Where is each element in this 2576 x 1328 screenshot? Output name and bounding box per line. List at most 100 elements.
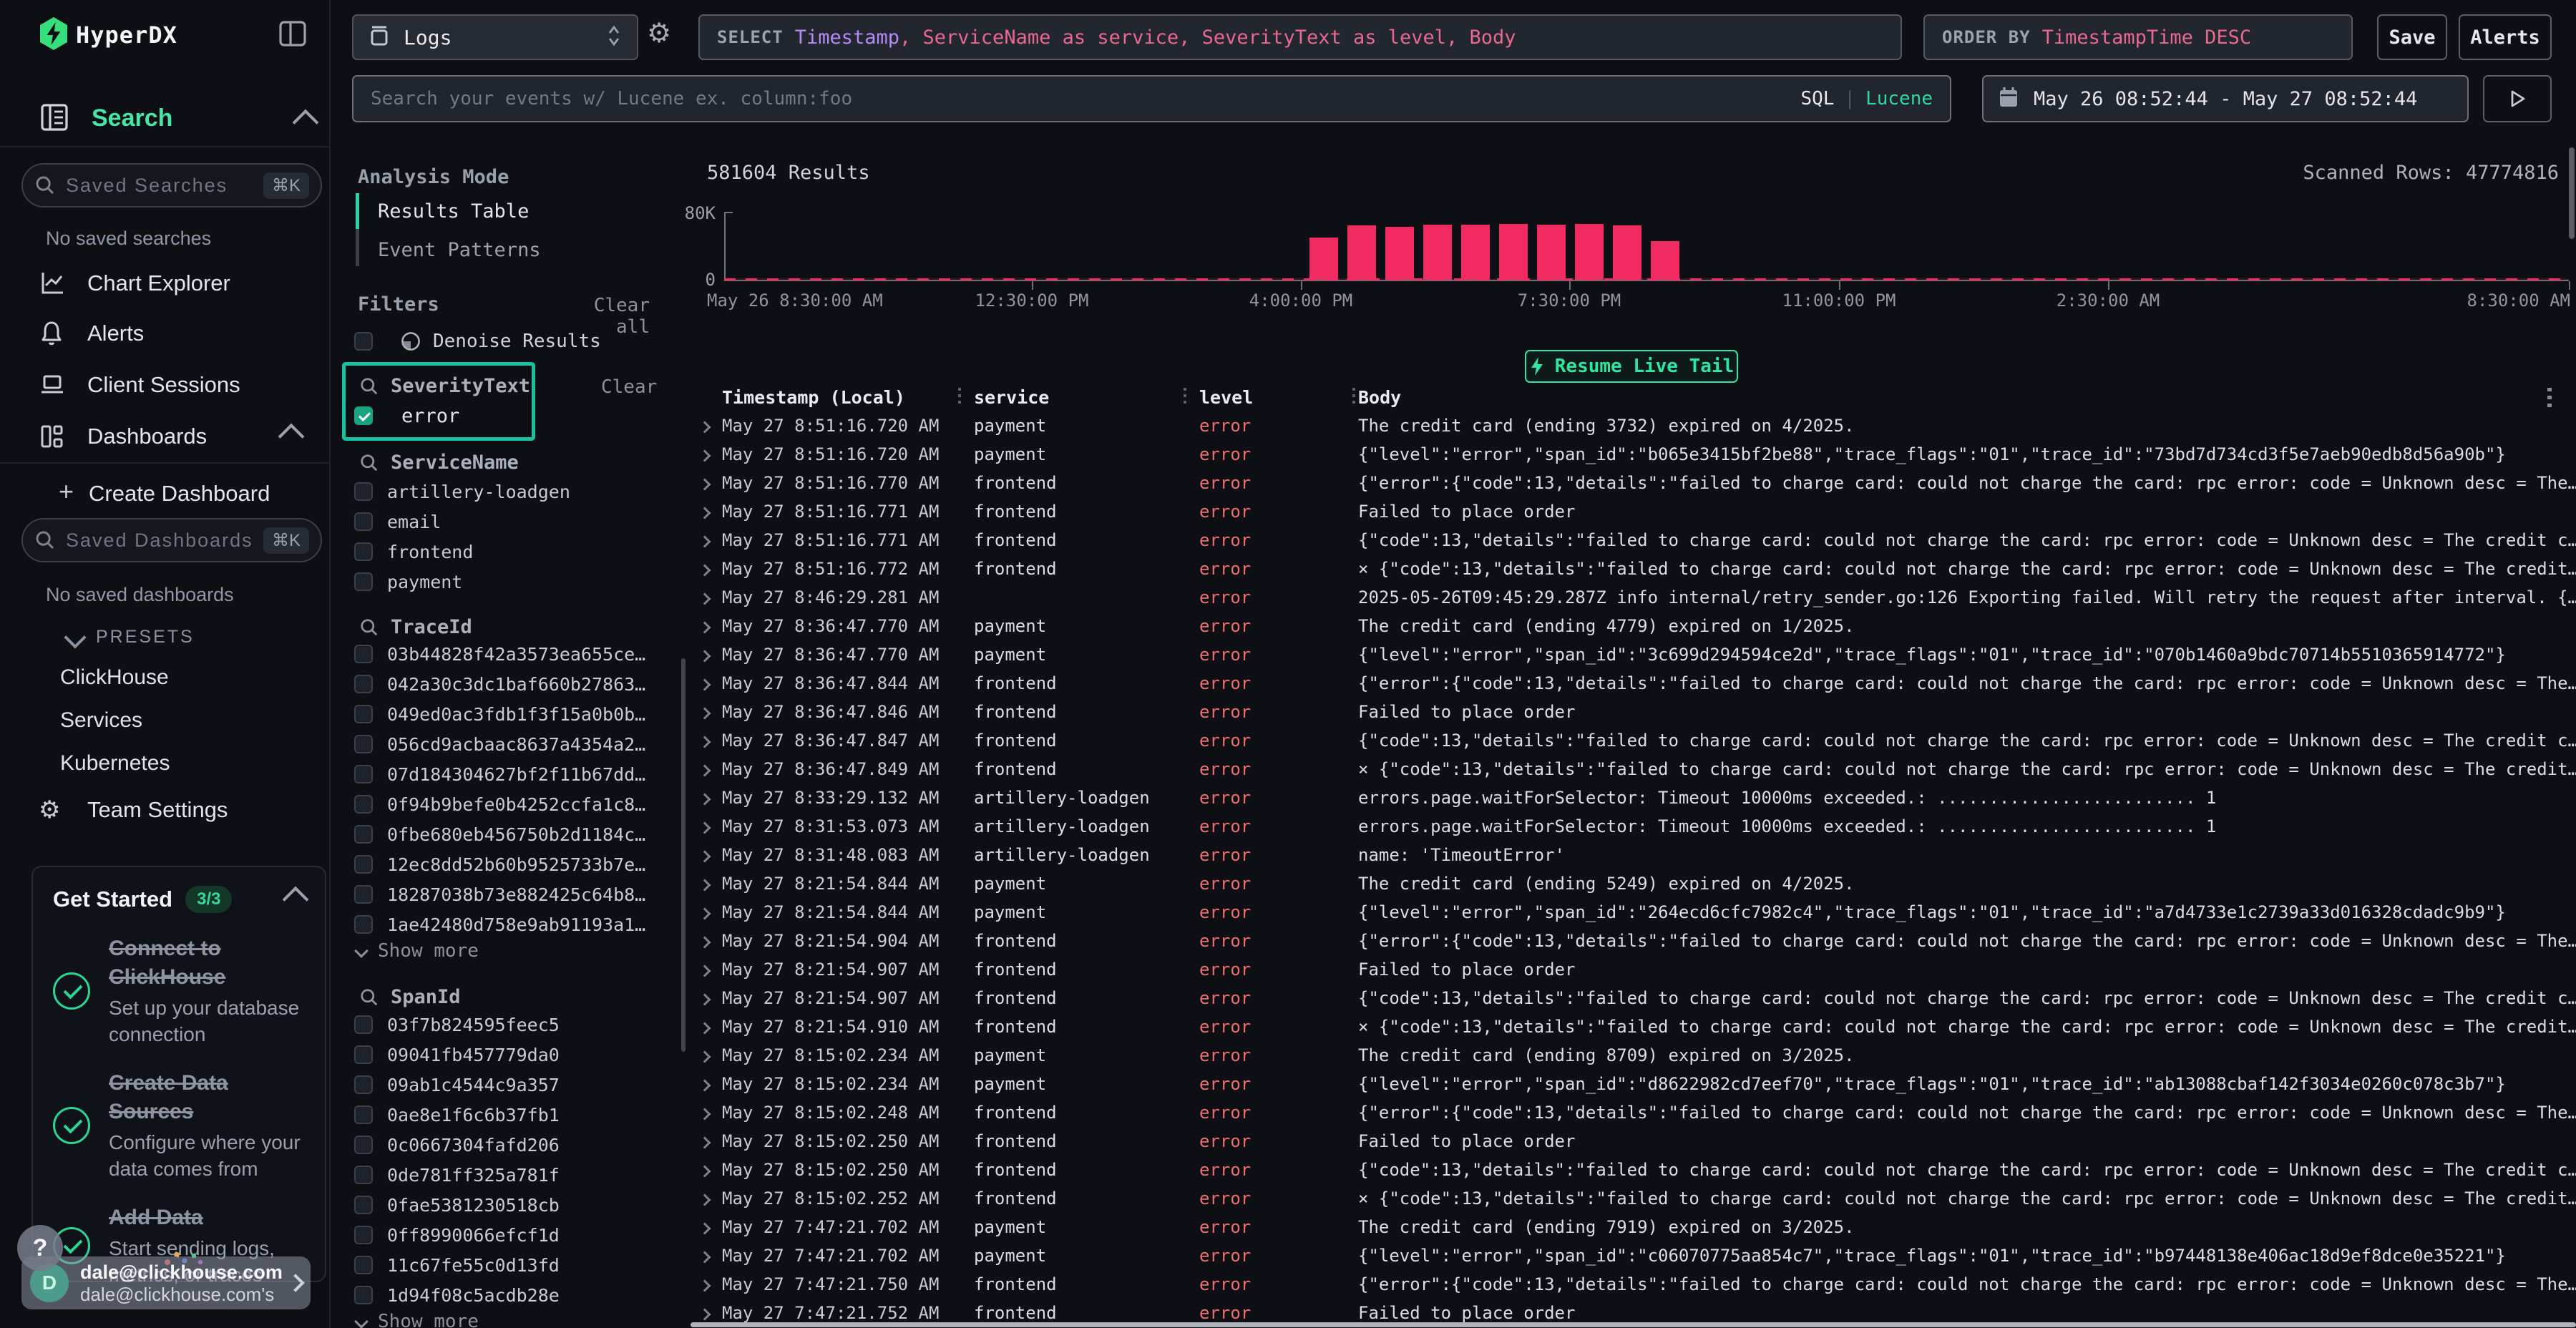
checkbox[interactable] [354, 332, 373, 351]
log-row[interactable]: May 27 8:36:47.846 AMfrontenderrorFailed… [691, 698, 2576, 726]
lucene-mode-toggle[interactable]: Lucene [1865, 88, 1933, 109]
spanid-filter-option[interactable]: 1d94f08c5acdb28e [354, 1280, 560, 1310]
histogram-bar[interactable] [1613, 225, 1641, 281]
row-expand-chevron-icon[interactable] [691, 502, 722, 522]
traceid-filter-option[interactable]: 18287038b73e882425c64b8… [354, 879, 645, 909]
row-expand-chevron-icon[interactable] [691, 587, 722, 607]
sidebar-item-team-settings[interactable]: ⚙ Team Settings [0, 787, 329, 833]
spanid-filter-option[interactable]: 0ff8990066efcf1d [354, 1220, 560, 1250]
mode-event-patterns[interactable]: Event Patterns [378, 239, 541, 261]
row-expand-chevron-icon[interactable] [691, 1160, 722, 1180]
traceid-filter-option[interactable]: 049ed0ac3fdb1f3f15a0b0b… [354, 699, 645, 729]
row-expand-chevron-icon[interactable] [691, 816, 722, 836]
run-query-button[interactable] [2483, 75, 2552, 122]
log-row[interactable]: May 27 7:47:21.702 AMpaymenterrorThe cre… [691, 1213, 2576, 1241]
checkbox[interactable] [354, 1196, 373, 1214]
checkbox[interactable] [354, 1286, 373, 1304]
sidebar-item-dashboards[interactable]: Dashboards [0, 414, 329, 459]
table-horizontal-scrollbar[interactable] [691, 1322, 2576, 1327]
column-header-timestamp[interactable]: Timestamp (Local) [722, 387, 958, 408]
help-button[interactable]: ? [17, 1225, 63, 1271]
histogram-bar[interactable] [1499, 224, 1528, 281]
filter-panel-scrollbar[interactable] [681, 658, 686, 1052]
log-row[interactable]: May 27 8:51:16.770 AMfrontenderror{"erro… [691, 469, 2576, 497]
row-expand-chevron-icon[interactable] [691, 645, 722, 665]
row-expand-chevron-icon[interactable] [691, 444, 722, 464]
log-row[interactable]: May 27 8:33:29.132 AMartillery-loadgener… [691, 783, 2576, 812]
row-expand-chevron-icon[interactable] [691, 1246, 722, 1266]
search-input[interactable] [371, 88, 1730, 109]
time-range-picker[interactable]: May 26 08:52:44 - May 27 08:52:44 [1982, 75, 2469, 122]
checkbox[interactable] [354, 542, 373, 561]
row-expand-chevron-icon[interactable] [691, 559, 722, 579]
checkbox[interactable] [354, 855, 373, 874]
sidebar-item-chart-explorer[interactable]: Chart Explorer [0, 260, 329, 306]
row-expand-chevron-icon[interactable] [691, 673, 722, 693]
log-row[interactable]: May 27 8:36:47.849 AMfrontenderror× {"co… [691, 755, 2576, 783]
sidebar-item-alerts[interactable]: Alerts [0, 311, 329, 356]
checkbox[interactable] [354, 1105, 373, 1124]
checkbox[interactable] [354, 915, 373, 934]
traceid-filter-option[interactable]: 056cd9acbaac8637a4354a2… [354, 729, 645, 759]
row-expand-chevron-icon[interactable] [691, 731, 722, 751]
spanid-show-more[interactable]: Show more [356, 1311, 479, 1328]
log-row[interactable]: May 27 8:36:47.770 AMpaymenterrorThe cre… [691, 612, 2576, 640]
order-by-input[interactable]: ORDER BY TimestampTime DESC [1923, 14, 2353, 60]
traceid-filter-option[interactable]: 12ec8dd52b60b9525733b7e… [354, 849, 645, 879]
column-resize-handle[interactable] [1352, 388, 1355, 406]
denoise-results-option[interactable]: Denoise Results [354, 326, 601, 356]
row-expand-chevron-icon[interactable] [691, 788, 722, 808]
traceid-filter-option[interactable]: 03b44828f42a3573ea655ce… [354, 639, 645, 669]
checkbox[interactable] [354, 1136, 373, 1154]
event-search-bar[interactable]: SQL | Lucene [352, 75, 1951, 122]
row-expand-chevron-icon[interactable] [691, 931, 722, 951]
saved-dashboards-input[interactable]: Saved Dashboards ⌘K [21, 518, 322, 562]
traceid-filter-option[interactable]: 0fbe680eb456750b2d1184c… [354, 819, 645, 849]
row-expand-chevron-icon[interactable] [691, 902, 722, 922]
row-expand-chevron-icon[interactable] [691, 1074, 722, 1094]
traceid-filter-option[interactable]: 0f94b9befe0b4252ccfa1c8… [354, 789, 645, 819]
row-expand-chevron-icon[interactable] [691, 874, 722, 894]
log-row[interactable]: May 27 7:47:21.750 AMfrontenderror{"erro… [691, 1270, 2576, 1299]
log-row[interactable]: May 27 8:51:16.720 AMpaymenterrorThe cre… [691, 411, 2576, 440]
checkbox[interactable] [354, 735, 373, 753]
plus-icon[interactable]: + [59, 477, 74, 507]
log-row[interactable]: May 27 8:21:54.907 AMfrontenderrorFailed… [691, 955, 2576, 984]
column-header-service[interactable]: service [958, 387, 1184, 408]
preset-kubernetes[interactable]: Kubernetes [60, 751, 170, 776]
row-expand-chevron-icon[interactable] [691, 1017, 722, 1037]
row-expand-chevron-icon[interactable] [691, 960, 722, 980]
clear-severity-filter-link[interactable]: Clear [601, 376, 650, 398]
log-row[interactable]: May 27 8:51:16.772 AMfrontenderror× {"co… [691, 555, 2576, 583]
presets-collapse-icon[interactable] [64, 626, 86, 648]
spanid-filter-option[interactable]: 0fae5381230518cb [354, 1190, 560, 1220]
user-account-card[interactable]: D dale@clickhouse.com dale@clickhouse.co… [21, 1256, 311, 1309]
column-menu-icon[interactable] [2547, 388, 2552, 408]
histogram-bar[interactable] [1309, 238, 1338, 281]
checkbox[interactable] [354, 675, 373, 693]
histogram-bar[interactable] [1651, 241, 1679, 281]
collapse-search-icon[interactable] [293, 109, 319, 136]
row-expand-chevron-icon[interactable] [691, 988, 722, 1008]
log-row[interactable]: May 27 8:46:29.281 AMerror2025-05-26T09:… [691, 583, 2576, 612]
checkbox[interactable] [354, 512, 373, 531]
alerts-button[interactable]: Alerts [2459, 14, 2552, 60]
spanid-filter-option[interactable]: 0c0667304fafd206 [354, 1130, 560, 1160]
collapse-get-started-icon[interactable] [283, 887, 309, 913]
source-select[interactable]: Logs [352, 14, 638, 60]
log-row[interactable]: May 27 7:47:21.702 AMpaymenterror{"level… [691, 1241, 2576, 1270]
sidebar-toggle-icon[interactable] [278, 19, 308, 52]
presets-section-label[interactable]: PRESETS [96, 627, 195, 648]
preset-services[interactable]: Services [60, 708, 142, 733]
mode-results-table[interactable]: Results Table [378, 200, 529, 223]
checkbox[interactable] [354, 825, 373, 844]
row-expand-chevron-icon[interactable] [691, 1045, 722, 1065]
service-filter-option[interactable]: frontend [354, 537, 570, 567]
checkbox[interactable] [354, 765, 373, 783]
source-settings-gear-icon[interactable]: ⚙ [647, 17, 671, 49]
row-expand-chevron-icon[interactable] [691, 616, 722, 636]
row-expand-chevron-icon[interactable] [691, 530, 722, 550]
log-row[interactable]: May 27 8:15:02.250 AMfrontenderrorFailed… [691, 1127, 2576, 1156]
histogram-bar[interactable] [1537, 225, 1566, 281]
row-expand-chevron-icon[interactable] [691, 702, 722, 722]
